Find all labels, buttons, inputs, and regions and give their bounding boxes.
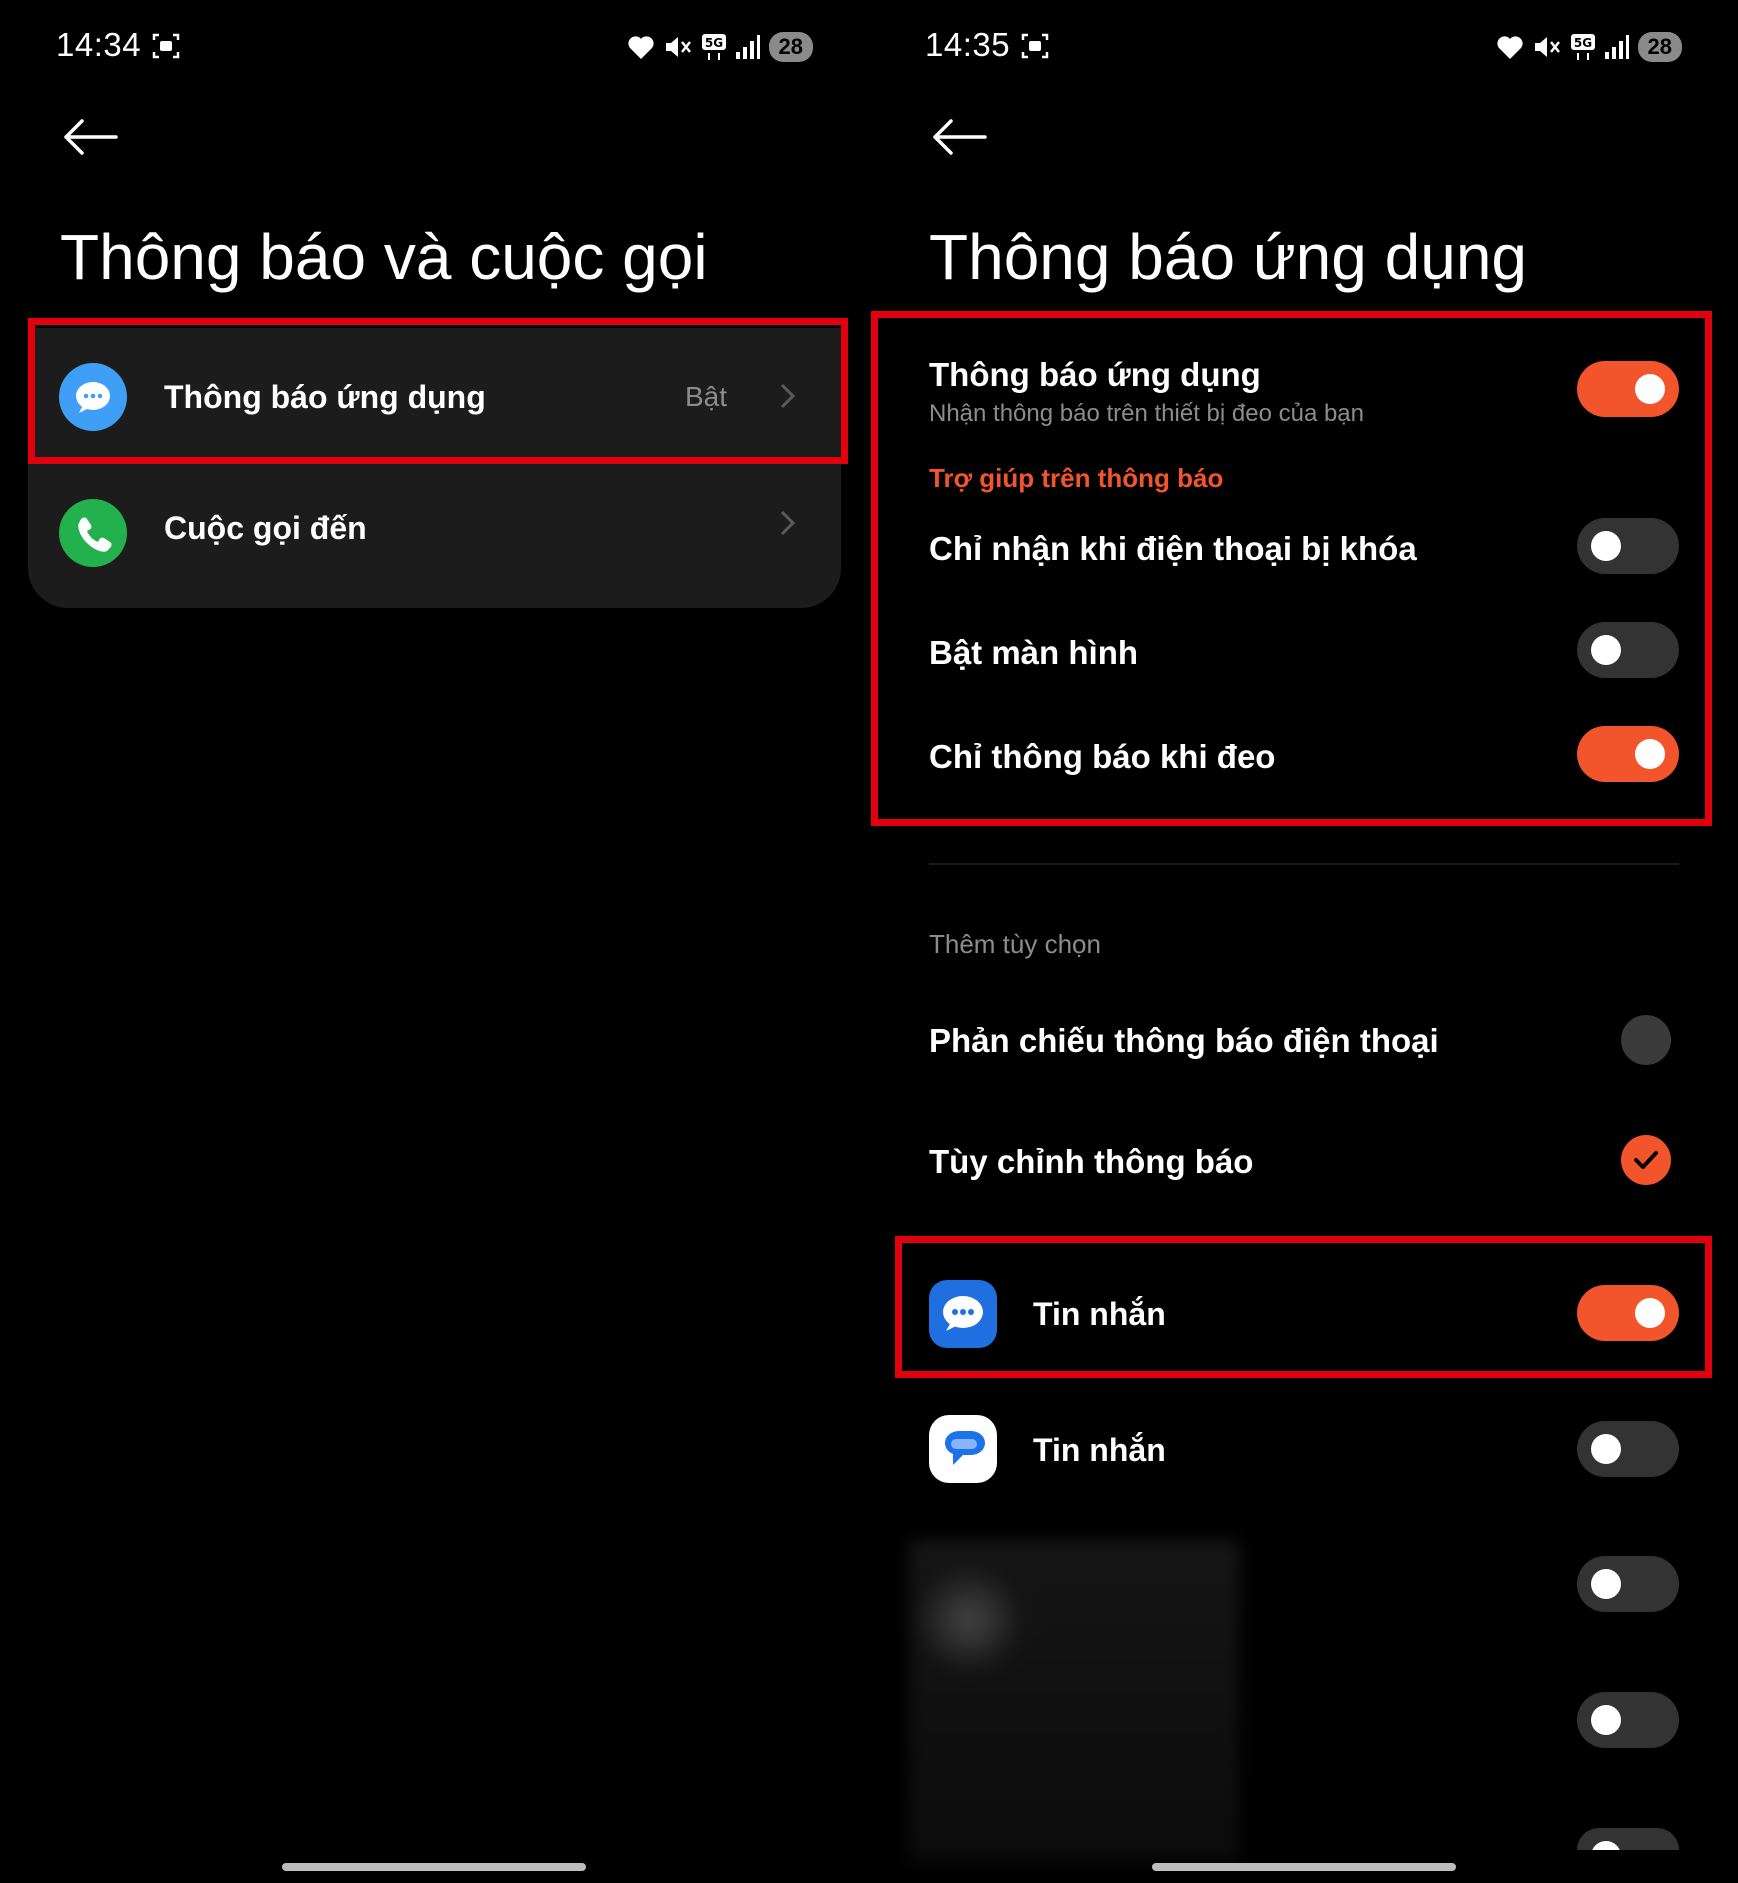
option-label: Bật màn hình — [929, 634, 1139, 671]
app-switch[interactable] — [1577, 1421, 1679, 1477]
google-messages-icon — [929, 1415, 997, 1483]
list-item-value: Bật — [685, 381, 728, 412]
app-label: Tin nhắn — [1033, 1296, 1166, 1332]
status-bar: 14:35 5G 28 — [925, 26, 1682, 70]
switch-knob — [1591, 1841, 1621, 1850]
switch-knob — [1591, 635, 1621, 665]
right-screen: 14:35 5G 28 Thông báo ứng dụng Thông báo… — [869, 0, 1738, 1883]
status-time: 14:34 — [56, 26, 142, 63]
svg-text:5G: 5G — [1573, 36, 1591, 50]
page-title: Thông báo ứng dụng — [929, 221, 1527, 293]
screen-record-icon — [152, 33, 180, 59]
status-icons: 5G 28 — [1496, 32, 1682, 62]
chat-bubble-icon — [59, 363, 127, 431]
heart-icon — [1496, 36, 1523, 59]
app-label: Tin nhắn — [1033, 1432, 1166, 1468]
radio-label: Tùy chỉnh thông báo — [929, 1143, 1254, 1180]
mute-icon — [665, 37, 691, 57]
switch-knob — [1591, 531, 1621, 561]
screen-record-icon — [1021, 33, 1049, 59]
switch-knob — [1591, 1569, 1621, 1599]
samsung-messages-icon — [929, 1280, 997, 1348]
switch-knob — [1591, 1434, 1621, 1464]
heart-icon — [627, 36, 654, 59]
page-title: Thông báo và cuộc gọi — [60, 221, 708, 293]
switch-knob — [1635, 374, 1665, 404]
divider — [929, 863, 1679, 865]
status-icons: 5G 28 — [627, 32, 813, 62]
option-label: Chỉ nhận khi điện thoại bị khóa — [929, 530, 1417, 567]
blurred-app-list — [909, 1540, 1239, 1860]
back-arrow-icon[interactable] — [60, 115, 120, 159]
switch-knob — [1635, 1298, 1665, 1328]
only-when-worn-switch[interactable] — [1577, 726, 1679, 782]
setting-title: Thông báo ứng dụng — [929, 356, 1261, 393]
mute-icon — [1534, 37, 1560, 57]
setting-subtitle: Nhận thông báo trên thiết bị đeo của bạn — [929, 400, 1364, 427]
status-bar: 14:34 5G 28 — [56, 26, 813, 70]
list-item-incoming-calls[interactable]: Cuộc gọi đến — [28, 464, 841, 600]
option-label: Chỉ thông báo khi đeo — [929, 738, 1276, 775]
radio-label: Phản chiếu thông báo điện thoại — [929, 1022, 1439, 1059]
chevron-right-icon — [780, 383, 796, 409]
chevron-right-icon — [780, 510, 796, 536]
left-screen: 14:34 5G 28 Thông báo và cuộc gọi Thông … — [0, 0, 869, 1883]
app-switch[interactable] — [1577, 1285, 1679, 1341]
battery-indicator: 28 — [1637, 32, 1682, 62]
status-time: 14:35 — [925, 26, 1011, 63]
home-indicator — [282, 1863, 586, 1871]
custom-radio[interactable] — [1621, 1135, 1671, 1185]
wake-screen-switch[interactable] — [1577, 622, 1679, 678]
phone-icon — [59, 499, 127, 567]
app-switch[interactable] — [1577, 1556, 1679, 1612]
checkmark-icon — [1634, 1151, 1658, 1169]
list-item-app-notifications[interactable]: Thông báo ứng dụng Bật — [28, 328, 841, 464]
back-arrow-icon[interactable] — [929, 115, 989, 159]
5g-icon: 5G — [701, 34, 726, 60]
home-indicator — [1152, 1863, 1456, 1871]
switch-knob — [1635, 739, 1665, 769]
mirror-radio[interactable] — [1621, 1015, 1671, 1065]
section-header: Trợ giúp trên thông báo — [929, 463, 1224, 493]
battery-indicator: 28 — [768, 32, 813, 62]
locked-only-switch[interactable] — [1577, 518, 1679, 574]
list-item-label: Thông báo ứng dụng — [164, 379, 486, 415]
list-item-label: Cuộc gọi đến — [164, 510, 367, 546]
svg-text:5G: 5G — [704, 36, 722, 50]
5g-icon: 5G — [1570, 34, 1595, 60]
switch-knob — [1591, 1705, 1621, 1735]
app-switch[interactable] — [1577, 1828, 1679, 1850]
signal-icon — [735, 35, 760, 59]
settings-card: Thông báo ứng dụng Bật Cuộc gọi đến — [28, 328, 841, 608]
signal-icon — [1604, 35, 1629, 59]
more-options-header: Thêm tùy chọn — [929, 929, 1101, 959]
app-switch[interactable] — [1577, 1692, 1679, 1748]
app-notifications-switch[interactable] — [1577, 361, 1679, 417]
